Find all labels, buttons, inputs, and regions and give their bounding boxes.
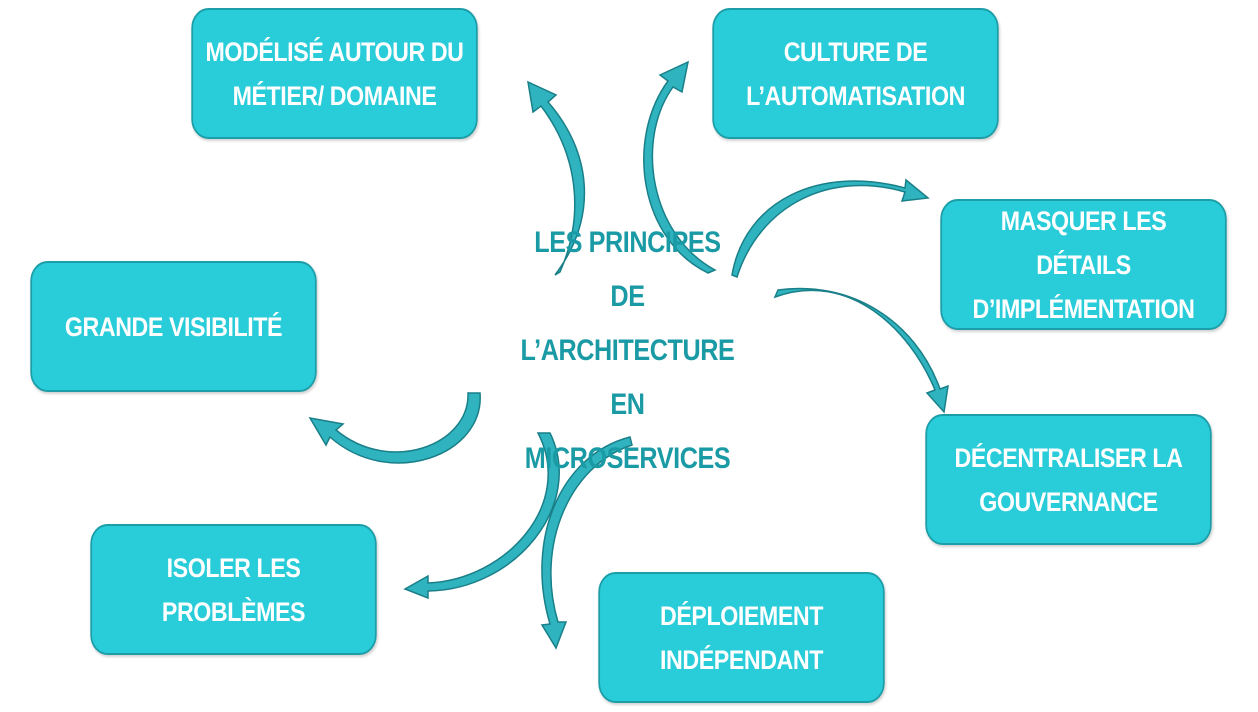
- node-masquer-line-1: MASQUER LES DÉTAILS: [1000, 205, 1167, 280]
- arrow-to-decentraliser: [773, 287, 949, 414]
- node-masquer: MASQUER LES DÉTAILS D’IMPLÉMENTATION: [940, 199, 1227, 330]
- node-modelise-line-1: MODÉLISÉ AUTOUR DU: [205, 36, 464, 67]
- node-culture: CULTURE DE L’AUTOMATISATION: [712, 8, 999, 139]
- node-masquer-line-2: D’IMPLÉMENTATION: [972, 293, 1195, 324]
- node-grande-line-1: GRANDE VISIBILITÉ: [64, 311, 283, 342]
- node-decentraliser-line-1: DÉCENTRALISER LA: [954, 442, 1183, 473]
- node-deploiement: DÉPLOIEMENT INDÉPENDANT: [598, 572, 885, 703]
- node-culture-line-2: L’AUTOMATISATION: [746, 80, 965, 111]
- central-title: LES PRINCIPES DE L’ARCHITECTURE EN MICRO…: [516, 226, 739, 475]
- node-decentraliser: DÉCENTRALISER LA GOUVERNANCE: [925, 414, 1212, 545]
- central-title-line-1: LES PRINCIPES DE: [534, 226, 721, 313]
- arrow-to-masquer: [731, 178, 930, 278]
- node-grande: GRANDE VISIBILITÉ: [30, 261, 317, 392]
- node-isoler-line-1: ISOLER LES PROBLÈMES: [161, 552, 306, 627]
- node-decentraliser-line-2: GOUVERNANCE: [979, 486, 1158, 517]
- node-isoler: ISOLER LES PROBLÈMES: [90, 524, 377, 655]
- node-modelise: MODÉLISÉ AUTOUR DU MÉTIER/ DOMAINE: [191, 8, 478, 139]
- central-title-line-3: MICROSERVICES: [524, 442, 731, 475]
- node-culture-line-1: CULTURE DE: [783, 36, 928, 67]
- central-title-line-2: L’ARCHITECTURE EN: [520, 334, 735, 421]
- arrow-to-grande: [308, 392, 481, 464]
- node-deploiement-line-1: DÉPLOIEMENT: [660, 600, 823, 631]
- node-deploiement-line-2: INDÉPENDANT: [660, 644, 823, 675]
- node-modelise-line-2: MÉTIER/ DOMAINE: [232, 80, 437, 111]
